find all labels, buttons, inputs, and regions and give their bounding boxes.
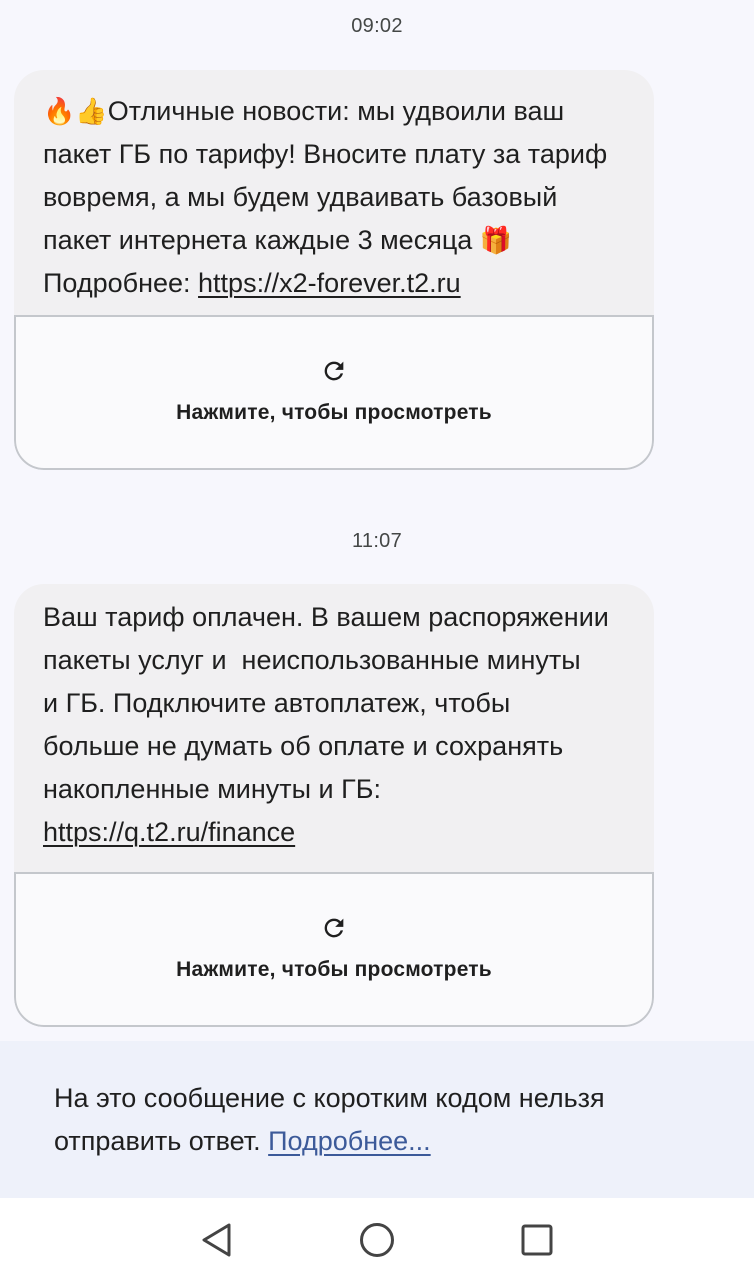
notice-line: На это сообщение с коротким кодом нельзя (54, 1083, 605, 1113)
home-circle-icon[interactable] (357, 1220, 397, 1260)
message-link[interactable]: https://q.t2.ru/finance (43, 817, 295, 847)
message-bubble[interactable]: Ваш тариф оплачен. В вашем распоряжении … (14, 584, 654, 1027)
learn-more-link[interactable]: Подробнее... (268, 1126, 431, 1156)
message-bubble[interactable]: 🔥👍Отличные новости: мы удвоили ваш пакет… (14, 70, 654, 470)
gift-emoji: 🎁 (479, 225, 513, 255)
recents-square-icon[interactable] (517, 1220, 557, 1260)
reload-icon (16, 914, 652, 947)
system-navigation-bar (0, 1198, 754, 1280)
message-line: вовремя, а мы будем удваивать базовый (43, 182, 558, 212)
link-preview-card[interactable]: Нажмите, чтобы просмотреть (14, 315, 654, 470)
message-line: пакет интернета каждые 3 месяца 🎁 (43, 225, 513, 255)
message-line: https://q.t2.ru/finance (43, 811, 626, 854)
message-line: пакеты услуг и неиспользованные минуты (43, 645, 581, 675)
message-body: Ваш тариф оплачен. В вашем распоряжении … (14, 584, 654, 872)
message-timestamp: 11:07 (351, 530, 403, 552)
message-link[interactable]: https://x2-forever.t2.ru (198, 268, 461, 298)
message-timestamp: 09:02 (351, 15, 403, 37)
fire-thumbs-up-emoji: 🔥👍 (43, 96, 108, 126)
message-line: 🔥👍Отличные новости: мы удвоили ваш (43, 96, 565, 126)
message-line: пакет ГБ по тарифу! Вносите плату за тар… (43, 139, 608, 169)
link-preview-card[interactable]: Нажмите, чтобы просмотреть (14, 872, 654, 1027)
message-line: накопленные минуты и ГБ: (43, 774, 381, 804)
back-triangle-icon[interactable] (198, 1220, 238, 1260)
tap-to-view-label: Нажмите, чтобы просмотреть (176, 958, 492, 981)
reload-icon (16, 357, 652, 390)
message-line: и ГБ. Подключите автоплатеж, чтобы (43, 688, 511, 718)
tap-to-view-label: Нажмите, чтобы просмотреть (176, 401, 492, 424)
message-line: Ваш тариф оплачен. В вашем распоряжении (43, 602, 609, 632)
message-line: больше не думать об оплате и сохранять (43, 731, 564, 761)
message-line: Подробнее: https://x2-forever.t2.ru (43, 268, 461, 298)
notice-line: отправить ответ. Подробнее... (54, 1126, 431, 1156)
message-body: 🔥👍Отличные новости: мы удвоили ваш пакет… (14, 70, 654, 315)
no-reply-notice: На это сообщение с коротким кодом нельзя… (0, 1041, 754, 1198)
